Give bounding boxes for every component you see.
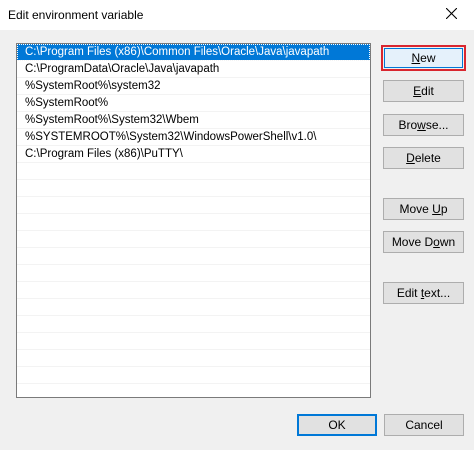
empty-list-row[interactable] (17, 163, 370, 180)
move-down-button-label: Move Down (391, 235, 456, 249)
empty-list-row[interactable] (17, 282, 370, 299)
empty-list-row[interactable] (17, 299, 370, 316)
empty-list-row[interactable] (17, 180, 370, 197)
cancel-button[interactable]: Cancel (384, 414, 464, 436)
list-item[interactable]: %SystemRoot%\system32 (17, 78, 370, 95)
edit-text-button[interactable]: Edit text... (383, 282, 464, 304)
cancel-button-label: Cancel (405, 418, 443, 432)
list-item[interactable]: C:\ProgramData\Oracle\Java\javapath (17, 61, 370, 78)
browse-button[interactable]: Browse... (383, 114, 464, 136)
empty-list-row[interactable] (17, 248, 370, 265)
empty-list-row[interactable] (17, 350, 370, 367)
move-up-button[interactable]: Move Up (383, 198, 464, 220)
browse-button-label: Browse... (398, 118, 449, 132)
empty-list-row[interactable] (17, 316, 370, 333)
edit-text-button-label: Edit text... (396, 286, 451, 300)
empty-list-row[interactable] (17, 231, 370, 248)
move-down-button[interactable]: Move Down (383, 231, 464, 253)
empty-list-row[interactable] (17, 265, 370, 282)
close-icon (445, 7, 457, 22)
title-bar: Edit environment variable (0, 0, 474, 30)
edit-button-label: Edit (413, 84, 434, 98)
window-title: Edit environment variable (8, 8, 144, 22)
new-button-label: New (411, 51, 436, 65)
ok-button-label: OK (328, 418, 346, 432)
edit-button[interactable]: Edit (383, 80, 464, 102)
list-item[interactable]: %SystemRoot% (17, 95, 370, 112)
list-item[interactable]: C:\Program Files (x86)\PuTTY\ (17, 146, 370, 163)
list-item[interactable]: %SystemRoot%\System32\Wbem (17, 112, 370, 129)
empty-list-row[interactable] (17, 214, 370, 231)
move-up-button-label: Move Up (399, 202, 448, 216)
list-item[interactable]: C:\Program Files (x86)\Common Files\Orac… (17, 44, 370, 61)
empty-list-row[interactable] (17, 333, 370, 350)
new-button[interactable]: New (381, 45, 466, 71)
close-button[interactable] (428, 0, 474, 30)
empty-list-row[interactable] (17, 197, 370, 214)
delete-button[interactable]: Delete (383, 147, 464, 169)
list-item[interactable]: %SYSTEMROOT%\System32\WindowsPowerShell\… (17, 129, 370, 146)
delete-button-label: Delete (406, 151, 441, 165)
path-list[interactable]: C:\Program Files (x86)\Common Files\Orac… (16, 43, 371, 398)
empty-list-row[interactable] (17, 367, 370, 384)
ok-button[interactable]: OK (297, 414, 377, 436)
